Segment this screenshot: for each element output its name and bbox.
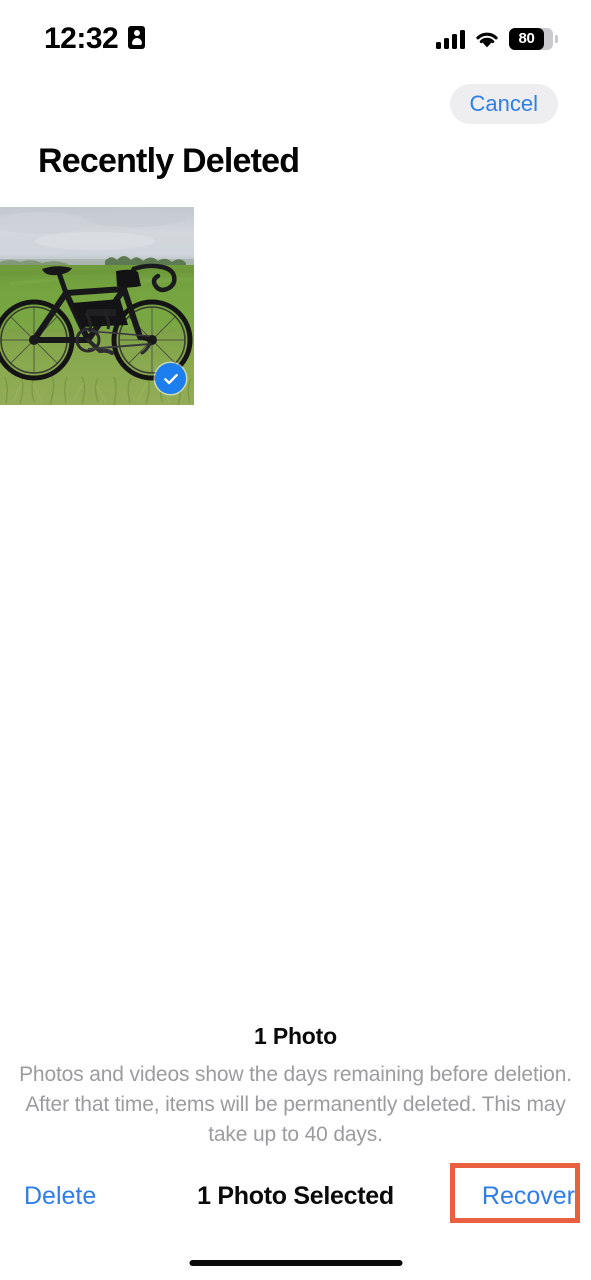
photo-selected-check-icon[interactable] bbox=[155, 363, 186, 394]
home-indicator[interactable] bbox=[189, 1260, 402, 1266]
contact-card-icon bbox=[128, 26, 145, 49]
bottom-toolbar: Delete 1 Photo Selected Recover bbox=[0, 1172, 591, 1220]
footer-info: 1 Photo Photos and videos show the days … bbox=[0, 1020, 591, 1150]
page-title: Recently Deleted bbox=[38, 142, 300, 180]
wifi-icon bbox=[474, 30, 500, 49]
recover-button[interactable]: Recover bbox=[482, 1172, 575, 1220]
status-bar: 12:32 80 bbox=[0, 0, 591, 76]
battery-icon: 80 bbox=[509, 28, 558, 50]
status-bar-time: 12:32 bbox=[44, 22, 119, 55]
photo-grid bbox=[0, 207, 591, 405]
photo-count-label: 1 Photo bbox=[254, 1023, 337, 1049]
retention-description: Photos and videos show the days remainin… bbox=[19, 1063, 572, 1146]
cancel-button[interactable]: Cancel bbox=[449, 84, 558, 124]
cellular-bars-icon bbox=[436, 29, 465, 49]
status-bar-indicators: 80 bbox=[436, 24, 558, 54]
battery-level-label: 80 bbox=[518, 30, 535, 47]
